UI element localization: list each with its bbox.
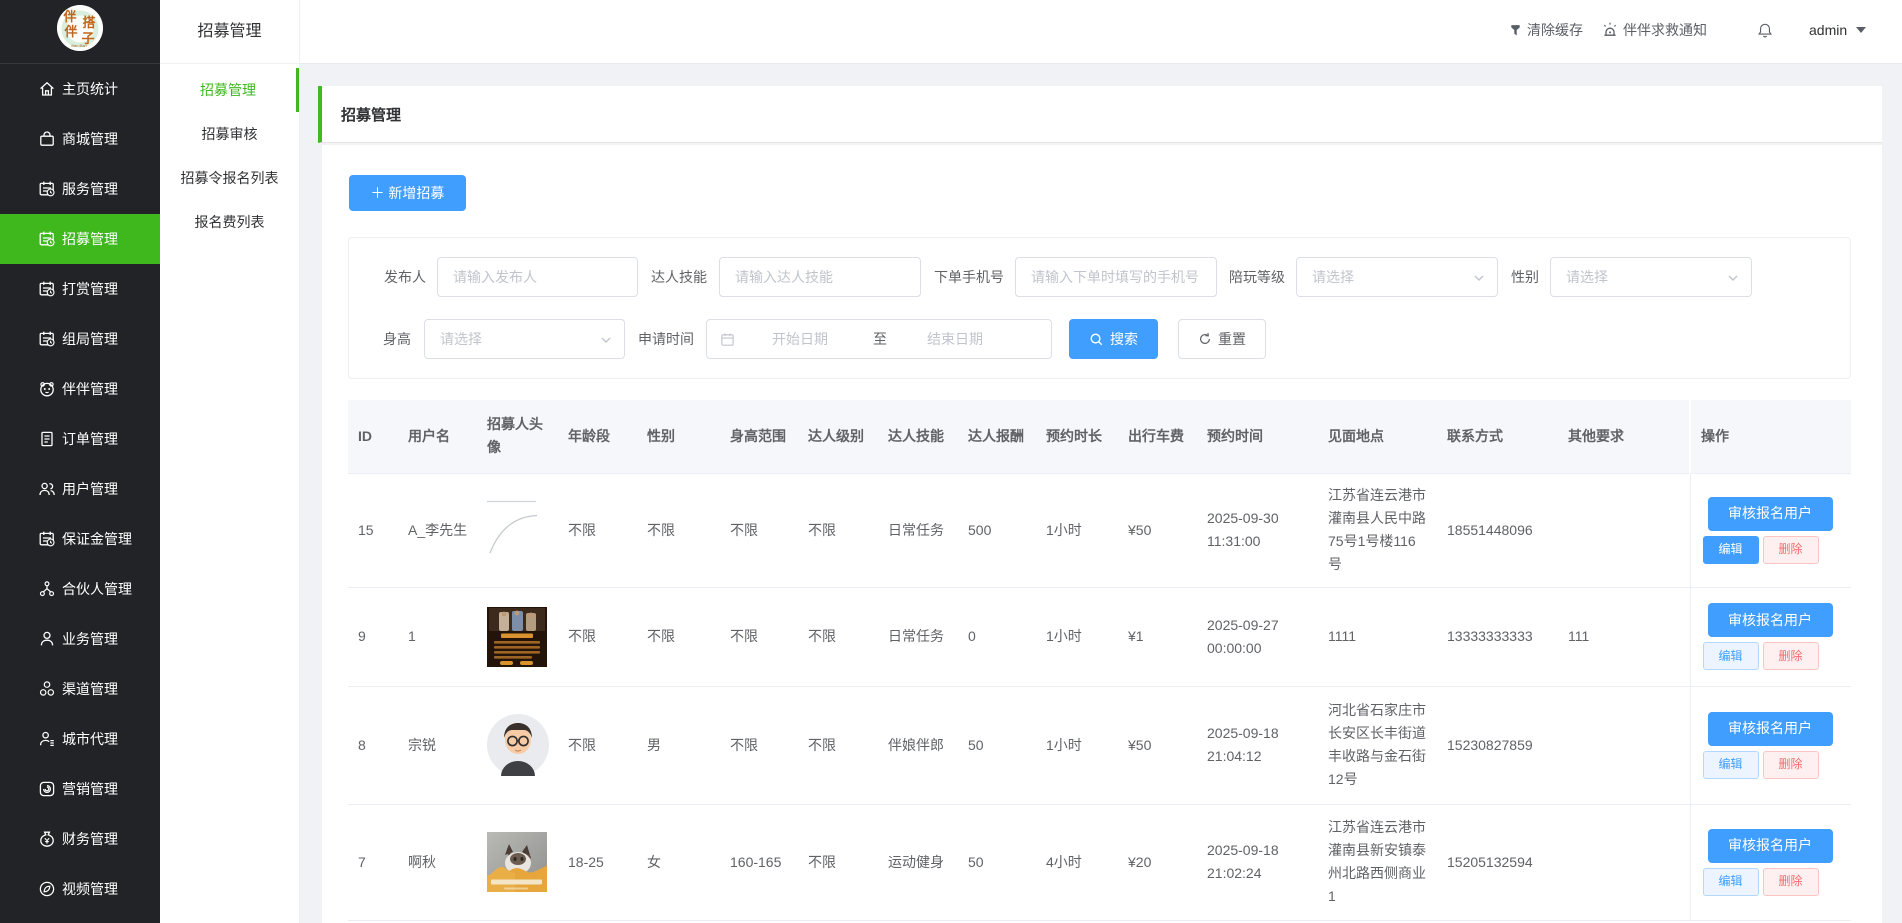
svg-text:伴: 伴 xyxy=(63,24,77,39)
svg-text:Ban Ban: Ban Ban xyxy=(71,43,86,48)
svg-text:伴: 伴 xyxy=(62,9,76,24)
svg-text:搭: 搭 xyxy=(82,15,96,30)
